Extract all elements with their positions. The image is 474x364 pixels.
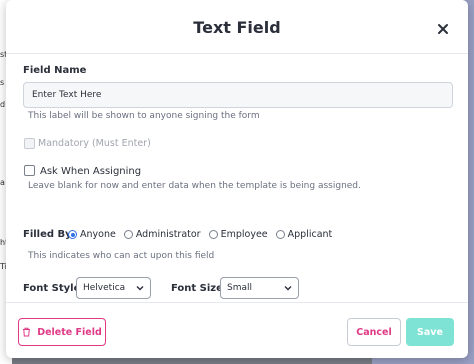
cancel-button[interactable]: Cancel [347, 318, 401, 346]
save-button[interactable]: Save [406, 318, 454, 346]
filled-by-label: Filled By [23, 229, 72, 240]
delete-field-label: Delete Field [37, 326, 102, 338]
chevron-down-icon [284, 286, 292, 291]
radio-label: Administrator [135, 229, 201, 240]
text-field-modal: Text Field Field Name This label will be… [6, 0, 468, 358]
radio-button[interactable] [275, 230, 285, 239]
field-name-hint: This label will be shown to anyone signi… [28, 111, 260, 121]
filled-by-hint: This indicates who can act upon this fie… [28, 251, 215, 261]
field-name-input[interactable] [23, 82, 453, 108]
radio-label: Employee [220, 229, 268, 240]
radio-label: Anyone [80, 229, 116, 240]
radio-label: Applicant [287, 229, 333, 240]
radio-administrator[interactable]: Administrator [123, 229, 201, 240]
ask-when-assigning-hint: Leave blank for now and enter data when … [28, 181, 361, 191]
font-style-label: Font Style [23, 283, 81, 294]
modal-title: Text Field [193, 18, 281, 37]
cancel-label: Cancel [356, 326, 392, 338]
save-label: Save [417, 326, 443, 338]
mandatory-label: Mandatory (Must Enter) [38, 138, 151, 149]
radio-button[interactable] [123, 230, 133, 239]
delete-field-button[interactable]: Delete Field [18, 318, 106, 346]
trash-icon [23, 327, 31, 337]
font-style-select[interactable]: Helvetica [76, 277, 151, 299]
chevron-down-icon [136, 286, 144, 291]
modal-header: Text Field [6, 0, 468, 54]
field-name-label: Field Name [23, 65, 87, 76]
font-size-label: Font Size [171, 283, 223, 294]
radio-applicant[interactable]: Applicant [275, 229, 333, 240]
radio-button[interactable] [208, 230, 218, 239]
ask-when-assigning-label: Ask When Assigning [40, 166, 142, 177]
radio-anyone[interactable]: Anyone [68, 229, 116, 240]
font-size-select[interactable]: Small [220, 277, 299, 299]
modal-footer: Delete Field Cancel Save [6, 302, 468, 358]
radio-button[interactable] [68, 230, 77, 239]
mandatory-checkbox[interactable] [24, 138, 35, 149]
font-size-value: Small [227, 283, 252, 293]
radio-employee[interactable]: Employee [208, 229, 268, 240]
close-icon[interactable] [436, 22, 450, 36]
ask-when-assigning-checkbox[interactable] [24, 165, 35, 176]
filled-by-radio-group: Anyone Administrator Employee Applicant [68, 229, 340, 240]
font-style-value: Helvetica [83, 283, 126, 293]
